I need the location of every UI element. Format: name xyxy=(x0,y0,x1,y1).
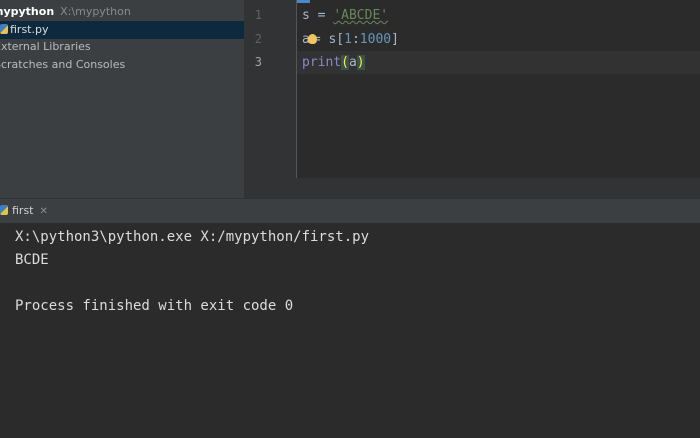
code-number: 1 xyxy=(344,32,352,47)
code-arg: a xyxy=(348,55,357,70)
run-tab-label: first xyxy=(12,204,34,217)
code-line-1[interactable]: s = 'ABCDE' xyxy=(302,4,388,27)
console-line: BCDE xyxy=(15,252,49,268)
code-object: s[ xyxy=(328,32,345,47)
project-root-path: X:\mypython xyxy=(60,5,131,18)
code-number: 1000 xyxy=(359,32,392,47)
project-root[interactable]: mypython X:\mypython xyxy=(0,3,131,21)
code-paren: ( xyxy=(341,55,349,70)
editor-breadcrumb-bar xyxy=(244,178,700,198)
run-tab-first[interactable]: first ✕ xyxy=(0,199,48,223)
close-icon[interactable]: ✕ xyxy=(40,206,48,217)
code-editor[interactable]: 1 2 3 s = 'ABCDE' a = s[1:1000] print(a) xyxy=(244,0,700,198)
code-line-3[interactable]: print(a) xyxy=(302,51,365,74)
python-run-icon xyxy=(0,205,8,215)
code-bracket: ] xyxy=(391,32,399,47)
python-file-icon xyxy=(0,24,8,34)
project-panel: mypython X:\mypython first.py External Li… xyxy=(0,0,244,198)
tree-item-scratches[interactable]: Scratches and Consoles xyxy=(0,56,125,74)
code-paren: ) xyxy=(356,55,365,70)
project-root-name: mypython xyxy=(0,5,55,18)
tree-item-label: first.py xyxy=(10,23,49,36)
code-var: s xyxy=(302,8,310,23)
lightbulb-icon[interactable] xyxy=(307,34,317,44)
code-colon: : xyxy=(351,32,360,47)
code-line-2[interactable]: a = s[1:1000] xyxy=(302,28,399,51)
console-line: X:\python3\python.exe X:/mypython/first.… xyxy=(15,229,370,245)
line-number-gutter: 1 2 3 xyxy=(244,0,297,178)
tree-item-external-libraries[interactable]: External Libraries xyxy=(0,38,91,56)
line-number: 3 xyxy=(254,55,262,69)
line-number: 2 xyxy=(254,32,262,46)
tree-item-first-py[interactable]: first.py xyxy=(0,21,244,39)
line-number: 1 xyxy=(254,8,262,22)
code-string: 'ABCDE' xyxy=(333,8,389,23)
code-builtin: print xyxy=(302,55,342,70)
run-toolwindow-header: first ✕ xyxy=(0,198,700,224)
run-console[interactable]: X:\python3\python.exe X:/mypython/first.… xyxy=(0,223,700,438)
console-line: Process finished with exit code 0 xyxy=(15,298,294,314)
code-operator: = xyxy=(309,8,334,23)
